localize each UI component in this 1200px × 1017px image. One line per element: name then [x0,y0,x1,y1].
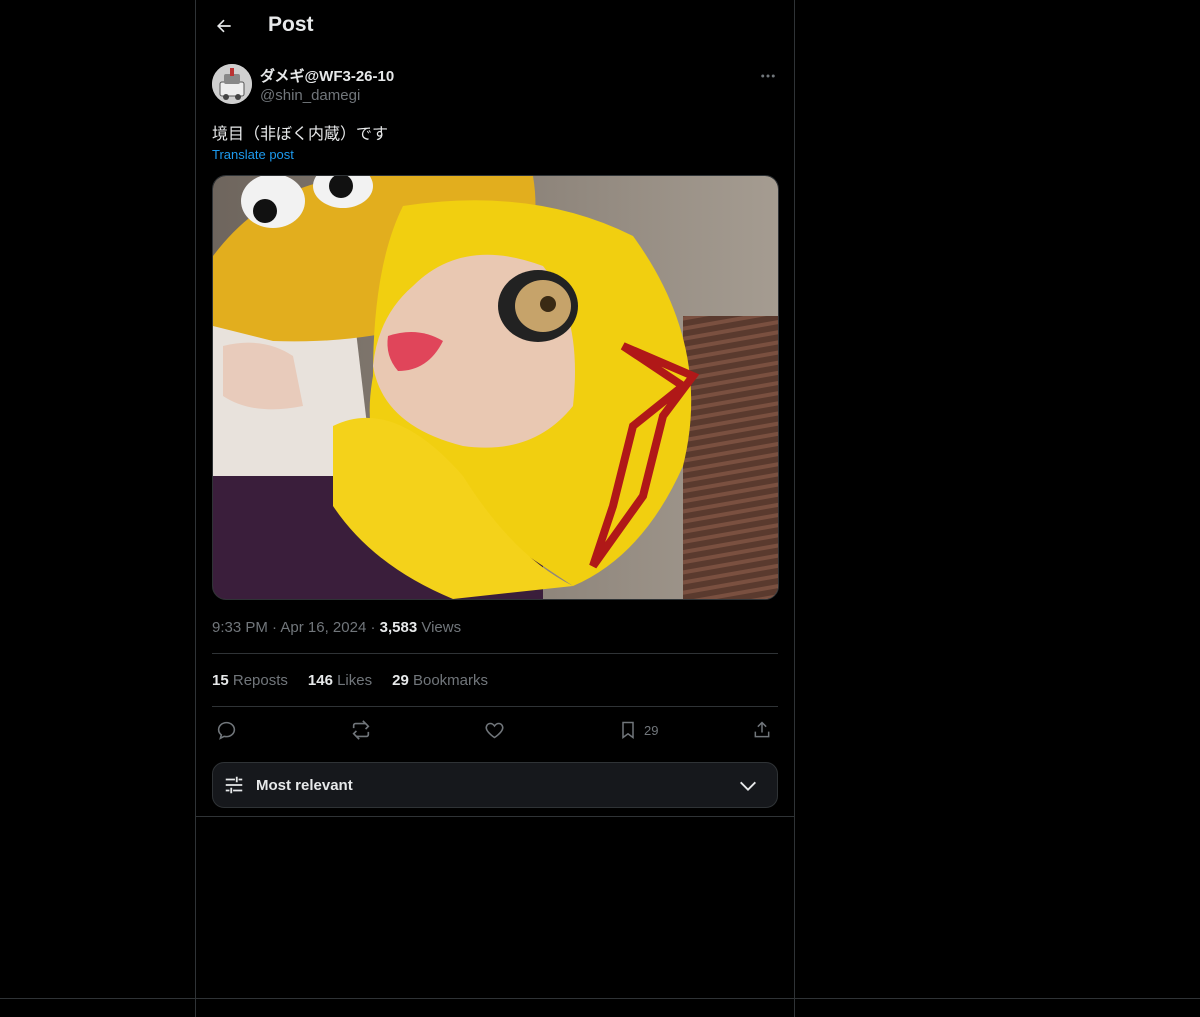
share-button[interactable] [752,718,772,742]
reply-button[interactable] [216,718,237,742]
action-bar: 29 [212,714,778,748]
avatar[interactable] [212,64,252,104]
like-button[interactable] [484,718,505,742]
page-header: Post [196,0,794,53]
views-count: 3,583 [379,619,418,636]
reply-icon [217,721,236,740]
more-options-button[interactable] [758,66,778,86]
bookmark-icon [622,721,634,739]
post-image[interactable] [212,175,779,600]
bookmark-count: 29 [644,722,659,738]
divider [212,706,778,707]
heart-icon [485,722,504,738]
reposts-label: Reposts [232,672,288,689]
share-icon [754,721,770,738]
post-time[interactable]: 9:33 PM [212,619,268,636]
bookmarks-label: Bookmarks [412,672,489,689]
post-date[interactable]: Apr 16, 2024 [280,619,366,636]
replies-sort-dropdown[interactable]: Most relevant [212,762,778,808]
repost-button[interactable] [350,718,372,742]
repost-icon [352,720,370,740]
author-handle[interactable]: @shin_damegi [260,87,360,104]
more-icon [761,74,775,78]
likes-label: Likes [337,672,373,689]
likes-stat[interactable]: 146 Likes [308,672,372,689]
author-display-name[interactable]: ダメギ@WF3-26-10 [260,65,394,86]
bookmarks-count: 29 [392,672,409,689]
sort-label: Most relevant [256,777,353,794]
post-text: 境目（非ぼく内蔵）です [212,126,389,143]
reposts-count: 15 [212,672,229,689]
bookmark-button[interactable]: 29 [618,718,658,742]
likes-count: 146 [307,672,333,689]
primary-column: Post ダメギ@WF3-26-10 @shin_damegi 境目（非ぼく内蔵… [195,0,795,1017]
arrow-left-icon [217,19,231,33]
reposts-stat[interactable]: 15 Reposts [212,672,288,689]
sliders-icon [225,776,243,794]
meta-separator: · [272,619,278,636]
divider [196,816,794,817]
bookmarks-stat[interactable]: 29 Bookmarks [392,672,488,689]
post-meta: 9:33 PM · Apr 16, 2024 · 3,583 Views [212,619,461,636]
views-label: Views [421,619,462,636]
back-button[interactable] [212,14,236,38]
translate-post-link[interactable]: Translate post [212,147,294,162]
page-title: Post [268,13,314,36]
divider [212,653,778,654]
meta-separator: · [370,619,376,636]
engagement-stats: 15 Reposts 146 Likes 29 Bookmarks [212,672,488,689]
chevron-down-icon [740,781,756,791]
